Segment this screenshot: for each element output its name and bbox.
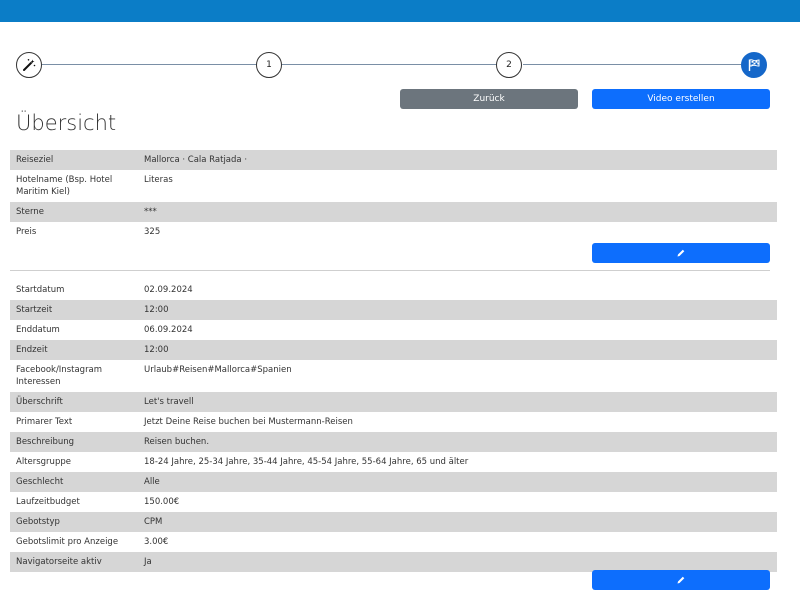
table-row: Preis 325: [10, 222, 777, 242]
back-button[interactable]: Zurück: [400, 89, 578, 109]
table-row: Hotelname (Bsp. Hotel Maritim Kiel) Lite…: [10, 170, 777, 202]
table-row: Laufzeitbudget 150.00€: [10, 492, 777, 512]
row-value: Alle: [138, 472, 777, 492]
row-label: Gebotstyp: [10, 512, 138, 532]
row-value: 06.09.2024: [144, 325, 193, 335]
row-value: 12:00: [138, 300, 777, 320]
overview-table-campaign: Startdatum 02.09.2024 Startzeit 12:00 En…: [10, 280, 777, 572]
magic-wand-icon: [23, 59, 36, 71]
row-value: 18-24 Jahre, 25-34 Jahre, 35-44 Jahre, 4…: [144, 457, 469, 467]
wizard-connector: [282, 64, 509, 65]
wizard-step-2[interactable]: 2: [496, 52, 522, 78]
table-row: Endzeit 12:00: [10, 340, 777, 360]
wizard-progress: 1 2: [16, 52, 770, 78]
row-value: Literas: [144, 175, 173, 185]
row-label: Enddatum: [16, 325, 60, 335]
table-row: Startzeit 12:00: [10, 300, 777, 320]
wizard-step-finish[interactable]: [741, 52, 767, 78]
row-label: Geschlecht: [10, 472, 138, 492]
table-row: Primarer Text Jetzt Deine Reise buchen b…: [10, 412, 777, 432]
table-row: Geschlecht Alle: [10, 472, 777, 492]
row-label: Navigatorseite aktiv: [10, 552, 138, 572]
wizard-step-start[interactable]: [16, 52, 42, 78]
row-value: CPM: [138, 512, 777, 532]
row-label: Altersgruppe: [16, 457, 71, 467]
row-value: Ja: [138, 552, 777, 572]
row-value: ***: [138, 202, 777, 222]
row-value: Jetzt Deine Reise buchen bei Mustermann-…: [144, 417, 353, 427]
row-value: 12:00: [138, 340, 777, 360]
section-divider: [10, 270, 770, 271]
table-row: Gebotstyp CPM: [10, 512, 777, 532]
row-label: Überschrift: [10, 392, 138, 412]
pencil-icon: [677, 576, 685, 584]
table-row: Enddatum 06.09.2024: [10, 320, 777, 340]
table-row: Beschreibung Reisen buchen.: [10, 432, 777, 452]
table-row: Altersgruppe 18-24 Jahre, 25-34 Jahre, 3…: [10, 452, 777, 472]
table-row: Sterne ***: [10, 202, 777, 222]
top-bar: [0, 0, 800, 22]
row-label: Hotelname (Bsp. Hotel Maritim Kiel): [16, 175, 113, 197]
row-label: Endzeit: [10, 340, 138, 360]
table-row: Navigatorseite aktiv Ja: [10, 552, 777, 572]
row-value: Mallorca · Cala Ratjada ·: [138, 150, 777, 170]
row-label: Facebook/Instagram Interessen: [16, 365, 103, 387]
edit-campaign-button[interactable]: [592, 570, 770, 590]
row-label: Startdatum: [16, 285, 65, 295]
row-label: Sterne: [10, 202, 138, 222]
page-title: Übersicht: [16, 111, 117, 135]
table-row: Gebotslimit pro Anzeige 3.00€: [10, 532, 777, 552]
overview-table-trip: Reiseziel Mallorca · Cala Ratjada · Hote…: [10, 150, 777, 242]
row-value: 3.00€: [144, 537, 169, 547]
row-value: 150.00€: [144, 497, 180, 507]
row-label: Reiseziel: [10, 150, 138, 170]
row-label: Gebotslimit pro Anzeige: [16, 537, 119, 547]
edit-trip-button[interactable]: [592, 243, 770, 263]
row-label: Laufzeitbudget: [16, 497, 80, 507]
table-row: Facebook/Instagram Interessen Urlaub#Rei…: [10, 360, 777, 392]
row-value: Let's travell: [138, 392, 777, 412]
table-row: Startdatum 02.09.2024: [10, 280, 777, 300]
row-label: Startzeit: [10, 300, 138, 320]
row-label: Primarer Text: [16, 417, 73, 427]
wizard-connector: [523, 64, 741, 65]
pencil-icon: [677, 249, 685, 257]
wizard-connector: [42, 64, 268, 65]
wizard-step-1[interactable]: 1: [256, 52, 282, 78]
row-label: Beschreibung: [10, 432, 138, 452]
table-row: Überschrift Let's travell: [10, 392, 777, 412]
row-value: Urlaub#Reisen#Mallorca#Spanien: [144, 365, 292, 375]
row-label: Preis: [16, 227, 37, 237]
flag-icon: [748, 59, 760, 71]
row-value: 02.09.2024: [144, 285, 193, 295]
create-video-button[interactable]: Video erstellen: [592, 89, 770, 109]
row-value: 325: [144, 227, 161, 237]
table-row: Reiseziel Mallorca · Cala Ratjada ·: [10, 150, 777, 170]
row-value: Reisen buchen.: [138, 432, 777, 452]
